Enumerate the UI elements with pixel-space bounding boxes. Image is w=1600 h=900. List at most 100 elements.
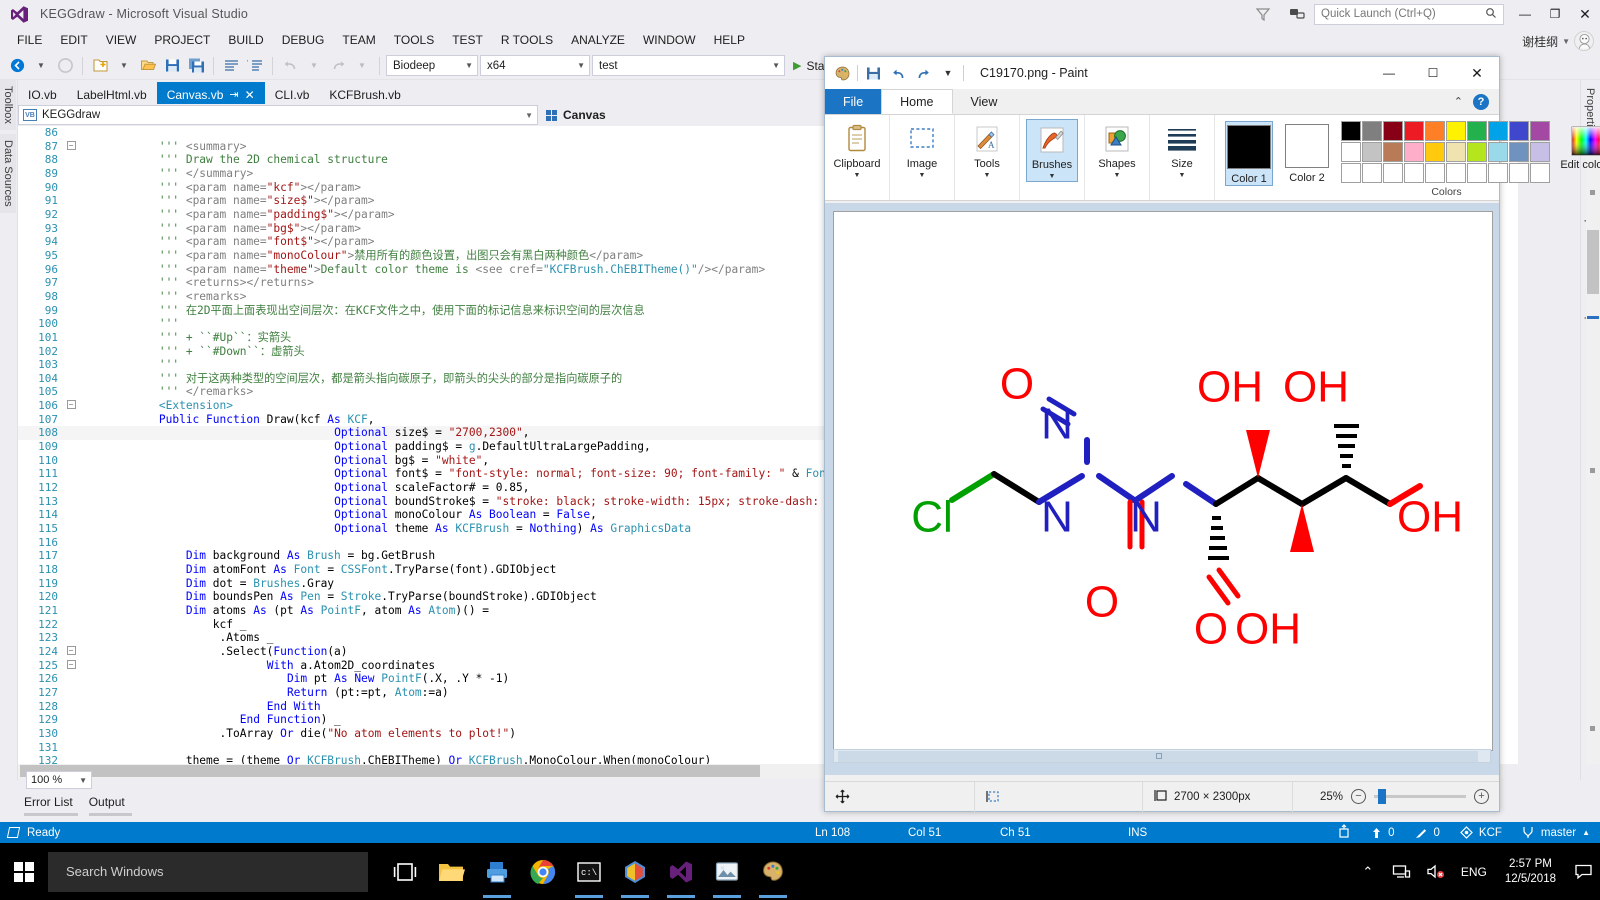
chevron-up-icon[interactable]: ⌃ [1351, 843, 1385, 900]
taskbar-chrome[interactable] [520, 843, 566, 900]
tool-tab-output[interactable]: Output [88, 795, 132, 816]
palette-swatch[interactable] [1446, 163, 1466, 183]
brushes-button[interactable]: Brushes ▼ [1026, 119, 1078, 182]
menu-file[interactable]: FILE [8, 30, 51, 50]
windows-logo-icon[interactable] [0, 843, 48, 900]
pin-icon[interactable]: ⇥ [229, 88, 238, 101]
tools-button[interactable]: A Tools ▼ [961, 119, 1013, 180]
palette-swatch[interactable] [1362, 163, 1382, 183]
solution-platform-select[interactable]: x64 ▼ [480, 55, 590, 76]
menu-help[interactable]: HELP [705, 30, 754, 50]
editor-tab-cli[interactable]: CLI.vb [265, 82, 320, 104]
status-branch[interactable]: master ▲ [1512, 826, 1600, 839]
zoom-in-icon[interactable]: + [1474, 789, 1489, 804]
vs-minimize-button[interactable]: — [1510, 0, 1540, 28]
editor-vertical-scrollbar[interactable] [1586, 126, 1600, 764]
palette-swatch[interactable] [1383, 142, 1403, 162]
menu-project[interactable]: PROJECT [145, 30, 219, 50]
palette-swatch[interactable] [1383, 163, 1403, 183]
paint-minimize-button[interactable]: — [1367, 57, 1411, 89]
palette-swatch[interactable] [1509, 121, 1529, 141]
taskbar-terminal[interactable]: c:\ [566, 843, 612, 900]
undo-icon[interactable] [889, 64, 907, 82]
palette-swatch[interactable] [1425, 121, 1445, 141]
save-icon[interactable] [161, 55, 183, 77]
palette-swatch[interactable] [1362, 121, 1382, 141]
menu-edit[interactable]: EDIT [51, 30, 96, 50]
startup-project-select[interactable]: test ▼ [592, 55, 785, 76]
task-view-icon[interactable] [382, 843, 428, 900]
palette-swatch[interactable] [1425, 142, 1445, 162]
menu-team[interactable]: TEAM [333, 30, 384, 50]
status-repository[interactable]: KCF [1450, 826, 1512, 839]
palette-swatch[interactable] [1362, 142, 1382, 162]
new-project-icon[interactable] [89, 55, 111, 77]
palette-swatch[interactable] [1425, 163, 1445, 183]
size-button[interactable]: Size ▼ [1156, 119, 1208, 180]
palette-swatch[interactable] [1509, 142, 1529, 162]
palette-swatch[interactable] [1341, 163, 1361, 183]
chevron-down-icon[interactable]: ▼ [984, 172, 991, 180]
member-navigation-select[interactable]: Canvas [546, 108, 606, 122]
palette-swatch[interactable] [1488, 163, 1508, 183]
palette-swatch[interactable] [1341, 121, 1361, 141]
redo-icon[interactable] [914, 64, 932, 82]
publish-icon[interactable] [1327, 824, 1361, 841]
menu-analyze[interactable]: ANALYZE [562, 30, 634, 50]
palette-swatch[interactable] [1530, 121, 1550, 141]
network-icon[interactable] [1385, 843, 1419, 900]
help-question-icon[interactable]: ? [1473, 93, 1489, 110]
palette-swatch[interactable] [1488, 121, 1508, 141]
taskbar-photo-viewer[interactable] [704, 843, 750, 900]
chevron-down-icon[interactable]: ▼ [854, 172, 861, 180]
dock-tab-data-sources[interactable]: Data Sources [0, 133, 16, 213]
navigate-backward-dropdown-icon[interactable]: ▼ [30, 55, 52, 77]
editor-tab-canvas[interactable]: Canvas.vb ⇥ ✕ [156, 82, 265, 104]
search-input[interactable]: Search Windows [48, 851, 368, 892]
clock[interactable]: 2:57 PM 12/5/2018 [1495, 857, 1566, 887]
fold-toggle-icon[interactable]: − [64, 140, 78, 154]
color1-button[interactable]: Color 1 [1225, 121, 1273, 186]
canvas-horizontal-scrollbar[interactable] [833, 749, 1491, 763]
color-palette[interactable] [1341, 121, 1550, 183]
menu-debug[interactable]: DEBUG [273, 30, 334, 50]
status-unpushed-commits[interactable]: 0 [1361, 827, 1404, 839]
editor-tab-kcfbrush[interactable]: KCFBrush.vb [319, 82, 410, 104]
tool-tab-error-list[interactable]: Error List [24, 795, 78, 816]
editor-tab-io[interactable]: IO.vb [18, 82, 67, 104]
menu-view[interactable]: VIEW [97, 30, 146, 50]
filter-icon[interactable] [1246, 0, 1280, 28]
shapes-button[interactable]: Shapes ▼ [1091, 119, 1143, 180]
open-file-icon[interactable] [137, 55, 159, 77]
edit-colors-button[interactable]: Edit colors [1560, 121, 1600, 171]
status-uncommitted-changes[interactable]: 0 [1405, 827, 1450, 839]
menu-build[interactable]: BUILD [219, 30, 272, 50]
chevron-down-icon[interactable]: ▼ [1114, 172, 1121, 180]
palette-swatch[interactable] [1467, 163, 1487, 183]
palette-swatch[interactable] [1446, 142, 1466, 162]
palette-swatch[interactable] [1530, 142, 1550, 162]
close-icon[interactable]: ✕ [245, 88, 255, 102]
navigate-backward-icon[interactable] [6, 55, 28, 77]
vs-close-button[interactable]: ✕ [1570, 0, 1600, 28]
menu-tools[interactable]: TOOLS [385, 30, 443, 50]
taskbar-file-explorer[interactable] [428, 843, 474, 900]
taskbar-printer[interactable] [474, 843, 520, 900]
editor-zoom-select[interactable]: 100 % ▼ [26, 771, 92, 789]
save-icon[interactable] [864, 64, 882, 82]
menu-r-tools[interactable]: R TOOLS [492, 30, 562, 50]
save-all-icon[interactable] [185, 55, 207, 77]
editor-tab-labelhtml[interactable]: LabelHtml.vb [67, 82, 157, 104]
fold-toggle-icon[interactable]: − [64, 399, 78, 413]
palette-swatch[interactable] [1446, 121, 1466, 141]
vs-account-menu[interactable]: 谢桂纲 ▼ [1522, 28, 1594, 54]
feedback-icon[interactable] [1280, 0, 1314, 28]
taskbar-visual-studio[interactable] [658, 843, 704, 900]
dock-tab-toolbox[interactable]: Toolbox [0, 80, 16, 130]
menu-window[interactable]: WINDOW [634, 30, 705, 50]
image-button[interactable]: Image ▼ [896, 119, 948, 180]
volume-muted-icon[interactable] [1419, 843, 1453, 900]
paint-close-button[interactable]: ✕ [1455, 57, 1499, 89]
palette-swatch[interactable] [1467, 121, 1487, 141]
chevron-down-icon[interactable]: ▼ [1179, 172, 1186, 180]
